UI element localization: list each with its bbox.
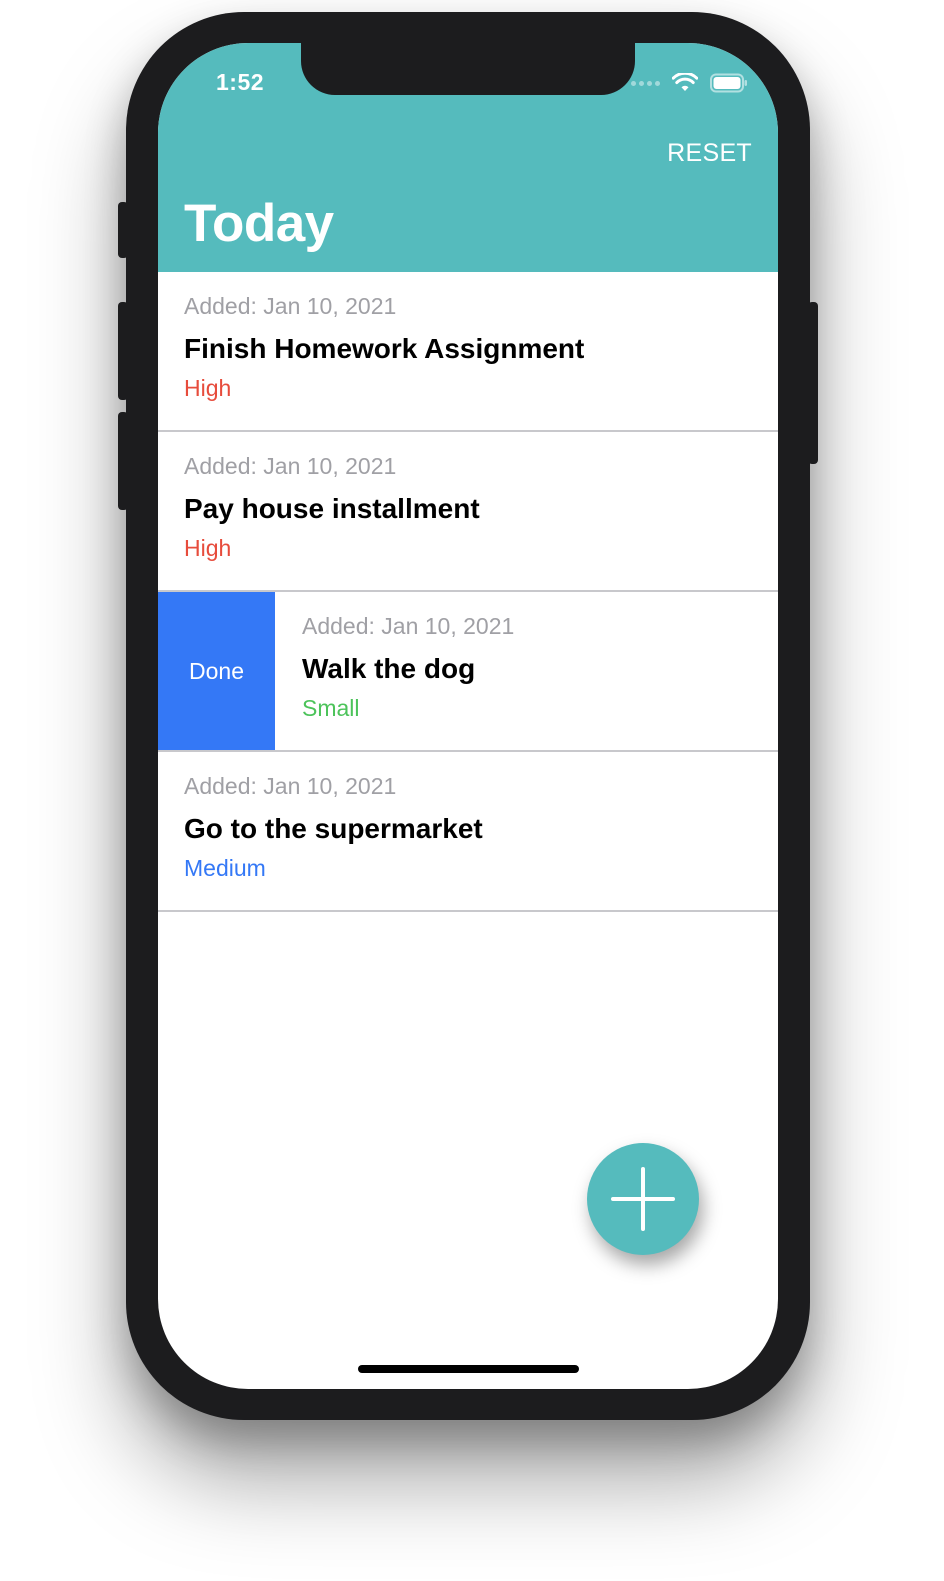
- task-added-date: Added: Jan 10, 2021: [302, 613, 515, 639]
- wifi-icon: [672, 73, 698, 91]
- task-row[interactable]: Added: Jan 10, 2021 Finish Homework Assi…: [158, 272, 778, 432]
- task-priority: High: [184, 535, 232, 561]
- task-row[interactable]: Added: Jan 10, 2021 Pay house installmen…: [158, 432, 778, 592]
- task-row[interactable]: Added: Jan 10, 2021 Go to the supermarke…: [158, 752, 778, 912]
- reset-button[interactable]: RESET: [667, 139, 752, 168]
- task-priority: High: [184, 375, 232, 401]
- task-title: Finish Homework Assignment: [184, 333, 585, 364]
- device-notch: [301, 43, 635, 95]
- task-added-date: Added: Jan 10, 2021: [184, 773, 397, 799]
- task-row-content: Added: Jan 10, 2021 Walk the dog Small: [302, 592, 778, 750]
- task-priority: Medium: [184, 855, 266, 881]
- task-row-content: Added: Jan 10, 2021 Go to the supermarke…: [184, 752, 778, 910]
- app-screen: 1:52 RESET Today Added: Jan 10, 2021 Fin…: [158, 43, 778, 1389]
- task-row-content: Added: Jan 10, 2021 Pay house installmen…: [184, 432, 778, 590]
- volume-up-button: [118, 302, 128, 400]
- task-title: Pay house installment: [184, 493, 480, 524]
- task-row-swiped[interactable]: Done Added: Jan 10, 2021 Walk the dog Sm…: [158, 592, 778, 752]
- task-added-date: Added: Jan 10, 2021: [184, 453, 397, 479]
- cellular-signal-icon: [631, 80, 660, 86]
- done-swipe-button[interactable]: Done: [158, 592, 275, 750]
- volume-down-button: [118, 412, 128, 510]
- power-button: [808, 302, 818, 464]
- battery-icon: [710, 73, 747, 93]
- plus-icon: [611, 1167, 675, 1231]
- task-title: Walk the dog: [302, 653, 476, 684]
- add-task-button[interactable]: [587, 1143, 699, 1255]
- task-list: Added: Jan 10, 2021 Finish Homework Assi…: [158, 272, 778, 912]
- task-row-content: Added: Jan 10, 2021 Finish Homework Assi…: [184, 272, 778, 430]
- mute-switch: [118, 202, 128, 258]
- status-icons: [631, 73, 748, 93]
- task-priority: Small: [302, 695, 360, 721]
- status-time: 1:52: [216, 69, 265, 95]
- device-frame: 1:52 RESET Today Added: Jan 10, 2021 Fin…: [0, 0, 944, 1581]
- task-title: Go to the supermarket: [184, 813, 483, 844]
- page-title: Today: [184, 194, 334, 253]
- task-added-date: Added: Jan 10, 2021: [184, 293, 397, 319]
- home-indicator[interactable]: [358, 1365, 579, 1373]
